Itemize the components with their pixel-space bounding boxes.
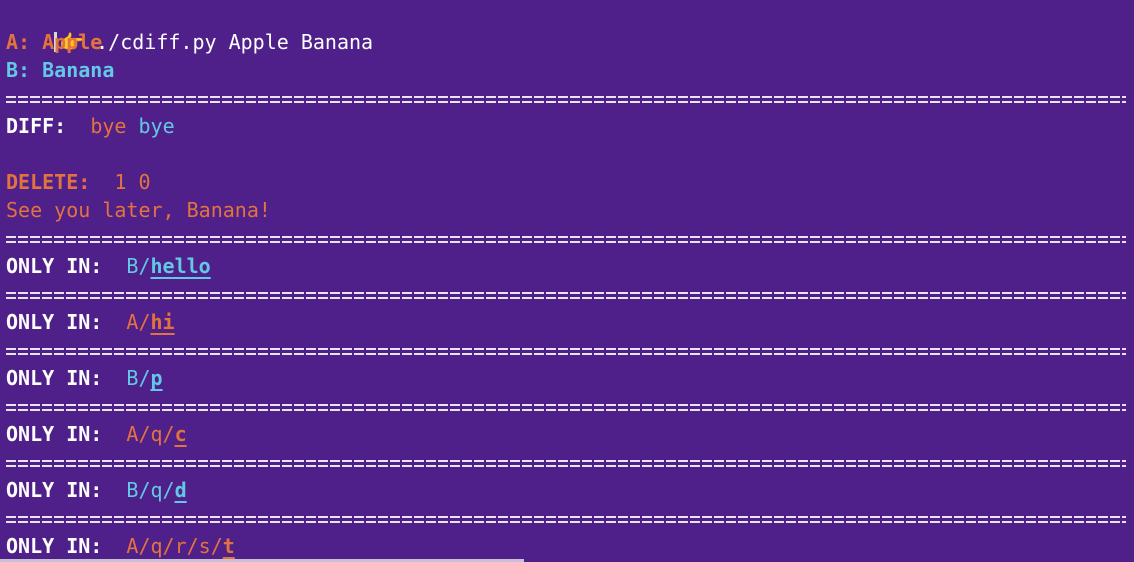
diff-label: DIFF: [6,114,67,138]
command-line: 👉 ./cdiff.py Apple Banana [6,0,373,54]
only-in-path-prefix: B/q/ [126,478,175,502]
only-in-path-prefix: A/q/r/s/ [126,534,223,558]
command-text: ./cdiff.py Apple Banana [96,30,374,54]
only-in-label: ONLY IN: [6,478,103,502]
only-in-file-name: c [174,422,187,446]
only-in-label: ONLY IN: [6,534,103,558]
separator [6,344,1126,358]
only-in-path-prefix: B/ [126,366,151,390]
only-in-file-name: hello [150,254,211,278]
delete-value: 1 0 [114,170,151,194]
only-in-label: ONLY IN: [6,422,103,446]
only-in-file-name: d [174,478,187,502]
only-in-path-prefix: A/q/ [126,422,175,446]
only-in-line: ONLY IN: A/q/r/s/t [6,532,235,560]
terminal-window[interactable]: 👉 ./cdiff.py Apple Banana A: Apple B: Ba… [0,0,1134,562]
side-b-label: B: Banana [6,58,115,82]
delete-label: DELETE: [6,170,91,194]
delete-line: DELETE: 1 0 [6,168,151,196]
diff-value-b: bye [138,114,175,138]
diff-value-a: bye [90,114,127,138]
only-in-label: ONLY IN: [6,254,103,278]
only-in-line: ONLY IN: B/hello [6,252,211,280]
only-in-label: ONLY IN: [6,310,103,334]
only-in-file-name: t [222,534,235,558]
delete-message: See you later, Banana! [6,198,271,222]
only-in-line: ONLY IN: B/q/d [6,476,187,504]
only-in-file-name: p [150,366,163,390]
only-in-file-name: hi [150,310,175,334]
only-in-line: ONLY IN: A/hi [6,308,175,336]
only-in-label: ONLY IN: [6,366,103,390]
separator [6,512,1126,526]
only-in-path-prefix: B/ [126,254,151,278]
only-in-line: ONLY IN: A/q/c [6,420,187,448]
diff-line: DIFF: bye bye [6,112,175,140]
separator [6,232,1126,246]
only-in-line: ONLY IN: B/p [6,364,163,392]
only-in-path-prefix: A/ [126,310,151,334]
separator [6,400,1126,414]
side-a-label: A: Apple [6,30,103,54]
separator [6,92,1126,106]
separator [6,288,1126,302]
separator [6,456,1126,470]
